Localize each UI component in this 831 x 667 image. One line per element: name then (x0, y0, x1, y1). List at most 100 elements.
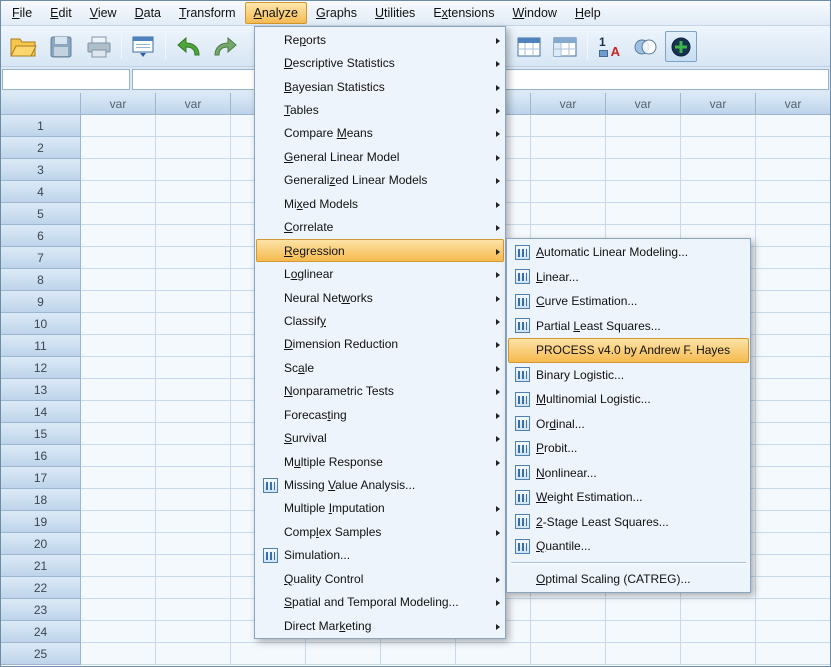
row-number-17[interactable]: 17 (1, 467, 81, 489)
row-number-20[interactable]: 20 (1, 533, 81, 555)
menu-item-nonparametric-tests[interactable]: Nonparametric Tests (256, 380, 504, 403)
row-number-25[interactable]: 25 (1, 643, 81, 665)
recall-dialogs-icon[interactable] (127, 31, 159, 62)
data-cell[interactable] (156, 643, 231, 665)
data-cell[interactable] (81, 423, 156, 445)
data-cell[interactable] (756, 269, 830, 291)
menu-item-quality-control[interactable]: Quality Control (256, 567, 504, 590)
data-cell[interactable] (81, 533, 156, 555)
print-icon[interactable] (83, 31, 115, 62)
data-cell[interactable] (756, 379, 830, 401)
data-cell[interactable] (81, 335, 156, 357)
data-cell[interactable] (156, 445, 231, 467)
data-cell[interactable] (81, 511, 156, 533)
data-cell[interactable] (756, 137, 830, 159)
data-cell[interactable] (156, 489, 231, 511)
menu-item-scale[interactable]: Scale (256, 356, 504, 379)
menu-item-forecasting[interactable]: Forecasting (256, 403, 504, 426)
menu-item-regression[interactable]: Regression (256, 239, 504, 262)
data-cell[interactable] (156, 335, 231, 357)
data-cell[interactable] (681, 159, 756, 181)
data-cell[interactable] (156, 247, 231, 269)
row-number-19[interactable]: 19 (1, 511, 81, 533)
data-cell[interactable] (606, 159, 681, 181)
menu-item-ordinal[interactable]: Ordinal... (508, 412, 749, 437)
data-cell[interactable] (681, 115, 756, 137)
column-header-2[interactable]: var (156, 93, 231, 115)
data-cell[interactable] (156, 467, 231, 489)
data-cell[interactable] (156, 577, 231, 599)
menu-item-linear[interactable]: Linear... (508, 265, 749, 290)
menubar-item-extensions[interactable]: Extensions (424, 2, 503, 24)
data-cell[interactable] (531, 115, 606, 137)
row-number-6[interactable]: 6 (1, 225, 81, 247)
data-cell[interactable] (531, 643, 606, 665)
menubar-item-data[interactable]: Data (126, 2, 170, 24)
menu-item-missing-value-analysis[interactable]: Missing Value Analysis... (256, 473, 504, 496)
data-cell[interactable] (156, 533, 231, 555)
menu-item-2-stage-least-squares[interactable]: 2-Stage Least Squares... (508, 510, 749, 535)
menu-item-complex-samples[interactable]: Complex Samples (256, 520, 504, 543)
menu-item-bayesian-statistics[interactable]: Bayesian Statistics (256, 75, 504, 98)
data-cell[interactable] (606, 181, 681, 203)
data-cell[interactable] (81, 159, 156, 181)
data-cell[interactable] (756, 599, 830, 621)
row-number-8[interactable]: 8 (1, 269, 81, 291)
menu-item-tables[interactable]: Tables (256, 98, 504, 121)
undo-icon[interactable] (173, 31, 205, 62)
data-cell[interactable] (81, 555, 156, 577)
column-header-8[interactable]: var (606, 93, 681, 115)
menu-item-binary-logistic[interactable]: Binary Logistic... (508, 363, 749, 388)
data-cell[interactable] (156, 357, 231, 379)
data-cell[interactable] (756, 247, 830, 269)
menu-item-mixed-models[interactable]: Mixed Models (256, 192, 504, 215)
data-cell[interactable] (306, 643, 381, 665)
grid-corner-cell[interactable] (1, 93, 81, 115)
data-cell[interactable] (156, 269, 231, 291)
data-cell[interactable] (756, 159, 830, 181)
data-cell[interactable] (681, 599, 756, 621)
menu-item-dimension-reduction[interactable]: Dimension Reduction (256, 333, 504, 356)
data-cell[interactable] (156, 401, 231, 423)
data-cell[interactable] (606, 599, 681, 621)
row-number-12[interactable]: 12 (1, 357, 81, 379)
menu-item-quantile[interactable]: Quantile... (508, 534, 749, 559)
menu-item-reports[interactable]: Reports (256, 28, 504, 51)
row-number-11[interactable]: 11 (1, 335, 81, 357)
data-cell[interactable] (81, 291, 156, 313)
variable-sets-icon[interactable] (629, 31, 661, 62)
row-number-16[interactable]: 16 (1, 445, 81, 467)
menu-item-partial-least-squares[interactable]: Partial Least Squares... (508, 314, 749, 339)
data-cell[interactable] (156, 379, 231, 401)
data-cell[interactable] (606, 115, 681, 137)
column-header-7[interactable]: var (531, 93, 606, 115)
data-cell[interactable] (756, 181, 830, 203)
data-cell[interactable] (381, 643, 456, 665)
menubar-item-transform[interactable]: Transform (170, 2, 245, 24)
data-cell[interactable] (531, 137, 606, 159)
data-cell[interactable] (81, 115, 156, 137)
data-cell[interactable] (756, 533, 830, 555)
column-header-1[interactable]: var (81, 93, 156, 115)
row-number-2[interactable]: 2 (1, 137, 81, 159)
menu-item-compare-means[interactable]: Compare Means (256, 122, 504, 145)
row-number-5[interactable]: 5 (1, 203, 81, 225)
data-cell[interactable] (81, 599, 156, 621)
menu-item-correlate[interactable]: Correlate (256, 216, 504, 239)
data-cell[interactable] (756, 335, 830, 357)
menu-item-spatial-and-temporal-modeling[interactable]: Spatial and Temporal Modeling... (256, 591, 504, 614)
row-number-23[interactable]: 23 (1, 599, 81, 621)
row-number-24[interactable]: 24 (1, 621, 81, 643)
data-cell[interactable] (81, 225, 156, 247)
show-all-variables-icon[interactable] (665, 31, 697, 62)
data-cell[interactable] (81, 467, 156, 489)
data-cell[interactable] (156, 181, 231, 203)
row-number-10[interactable]: 10 (1, 313, 81, 335)
data-cell[interactable] (681, 643, 756, 665)
data-cell[interactable] (156, 137, 231, 159)
data-cell[interactable] (81, 247, 156, 269)
menubar-item-window[interactable]: Window (503, 2, 565, 24)
data-cell[interactable] (606, 621, 681, 643)
data-cell[interactable] (606, 643, 681, 665)
data-table-icon[interactable] (549, 31, 581, 62)
